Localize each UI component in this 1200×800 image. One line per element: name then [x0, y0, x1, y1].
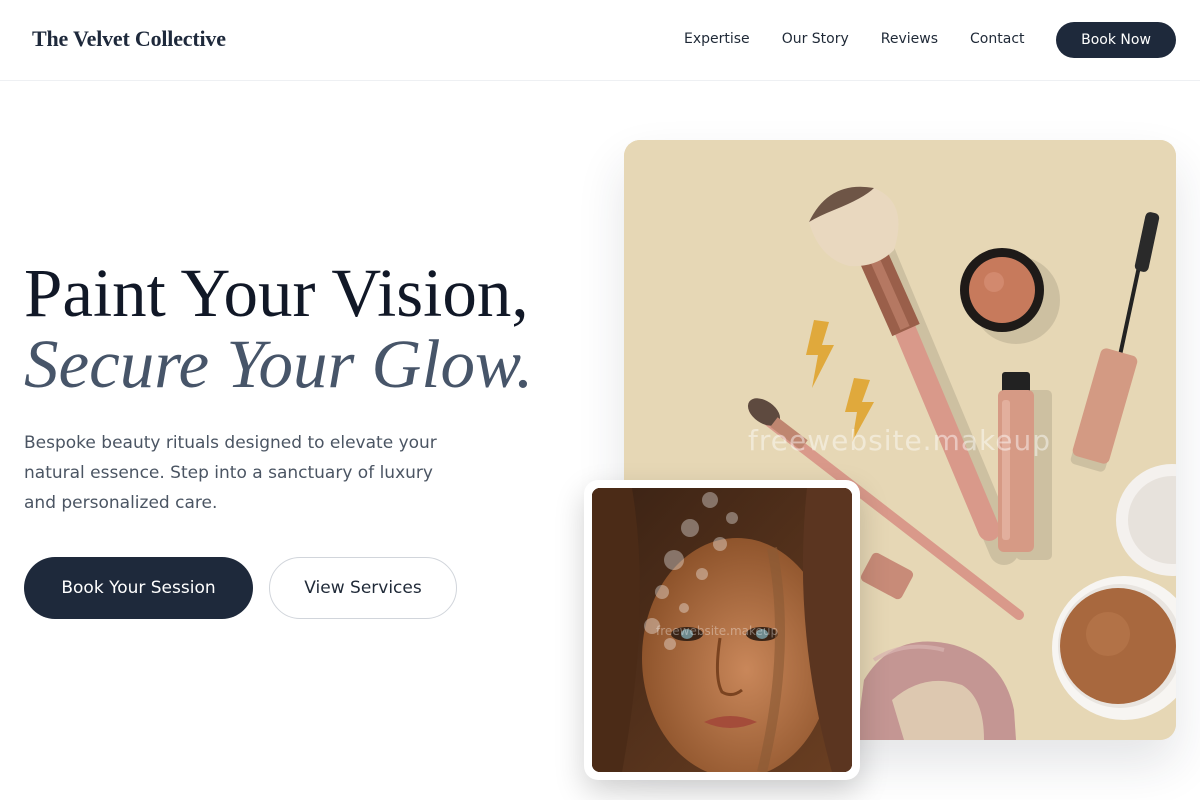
portrait-photo: freewebsite.makeup — [592, 488, 852, 772]
portrait-watermark: freewebsite.makeup — [656, 624, 779, 638]
nav-link-reviews[interactable]: Reviews — [881, 31, 938, 47]
nav-link-contact[interactable]: Contact — [970, 31, 1024, 47]
hero-headline: Paint Your Vision, Secure Your Glow. — [24, 258, 533, 400]
book-session-button[interactable]: Book Your Session — [24, 557, 253, 619]
view-services-button[interactable]: View Services — [269, 557, 457, 619]
hero-headline-line-1: Paint Your Vision, — [24, 255, 529, 331]
hero-headline-line-2: Secure Your Glow. — [24, 326, 534, 402]
nav-link-expertise[interactable]: Expertise — [684, 31, 750, 47]
book-now-button[interactable]: Book Now — [1056, 22, 1176, 58]
main-nav: Expertise Our Story Reviews Contact — [684, 31, 1025, 47]
portrait-card: freewebsite.makeup — [584, 480, 860, 780]
site-header: The Velvet Collective Expertise Our Stor… — [0, 0, 1200, 81]
image-watermark: freewebsite.makeup — [748, 424, 1051, 457]
brand-logo[interactable]: The Velvet Collective — [32, 26, 226, 52]
hero-description: Bespoke beauty rituals designed to eleva… — [24, 433, 437, 513]
nav-link-our-story[interactable]: Our Story — [782, 31, 849, 47]
